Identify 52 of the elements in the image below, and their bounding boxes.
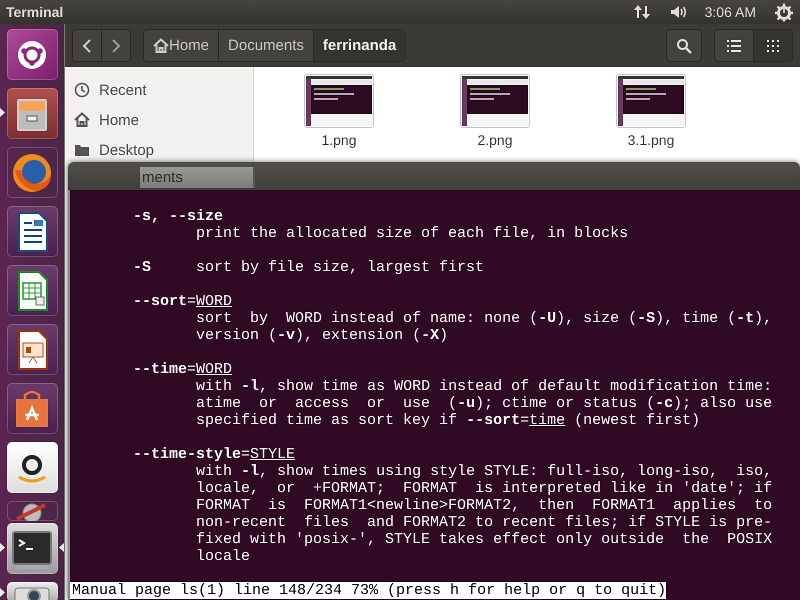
file-name: 3.1.png	[628, 132, 674, 148]
window-title: Terminal	[6, 4, 64, 20]
folder-icon	[74, 142, 90, 158]
file-cabinet-icon[interactable]	[6, 88, 58, 139]
document-icon[interactable]	[6, 206, 58, 257]
clock-icon	[74, 82, 90, 98]
man-page-line: print the allocated size of each file, in blocks	[196, 225, 628, 242]
shopping-bag-icon[interactable]	[6, 383, 58, 434]
grid-icon	[765, 38, 781, 54]
path-button[interactable]: Home	[144, 30, 220, 61]
sidebar-label: Home	[99, 112, 140, 128]
man-page-line: version (-v), extension (-X)	[196, 327, 448, 344]
man-page-line: locale, or +FORMAT; FORMAT is interpreted like in 'date'; if	[196, 480, 772, 497]
file-name: 1.png	[321, 132, 357, 148]
chevron-left-icon	[82, 38, 92, 54]
man-page-line: with -l, show times using style STYLE: full-iso, long-iso, iso,	[196, 463, 772, 480]
man-page-line: fixed with 'posix-', STYLE takes effect only outside the POSIX	[196, 531, 772, 548]
man-page-line: atime or access or use (-u); ctime or status (-c); also use	[196, 395, 772, 412]
sidebar-item[interactable]: Desktop	[65, 135, 253, 165]
power-icon[interactable]	[774, 2, 794, 22]
sidebar-label: Desktop	[99, 142, 154, 158]
man-page-line: specified time as sort key if --sort=time (newest first)	[196, 412, 700, 429]
man-page-line: --time=WORD	[133, 361, 232, 378]
man-page-line: sort by WORD instead of name: none (-U), size (-S), time (-t),	[196, 310, 772, 327]
list-icon	[726, 38, 742, 54]
man-page-line: --time-style=STYLE	[133, 446, 296, 463]
volume-icon[interactable]	[668, 3, 689, 21]
man-page-line: -S sort by file size, largest first	[133, 259, 484, 276]
man-page-line: non-recent files and FORMAT2 to recent files; if STYLE is pre-	[196, 514, 772, 531]
chevron-right-icon	[111, 38, 121, 54]
presentation-icon[interactable]	[6, 324, 58, 375]
man-page-line: --sort=WORD	[133, 293, 232, 310]
camera-icon[interactable]	[6, 582, 58, 600]
file-name: 2.png	[477, 132, 513, 148]
sidebar-item[interactable]: Home	[65, 105, 253, 135]
grid-view-button[interactable]	[754, 30, 792, 61]
home-icon	[153, 38, 169, 54]
ring-logo-icon[interactable]	[6, 29, 58, 80]
search-icon	[676, 38, 692, 54]
man-page-line: locale	[196, 548, 250, 565]
man-page-line: with -l, show time as WORD instead of default modification time:	[196, 378, 772, 395]
home-icon	[74, 112, 90, 128]
terminal-icon[interactable]	[6, 523, 58, 574]
sidebar-label: Recent	[99, 82, 147, 98]
path-button[interactable]: ferrinanda	[314, 30, 406, 61]
smile-logo-icon[interactable]	[6, 442, 58, 493]
spreadsheet-icon[interactable]	[6, 265, 58, 316]
network-icon[interactable]	[632, 3, 651, 21]
clock[interactable]: 3:06 AM	[704, 4, 756, 20]
sidebar-item[interactable]: Recent	[65, 75, 253, 105]
man-page-line: -s, --size	[133, 208, 224, 225]
man-page-line: FORMAT is FORMAT1<newline>FORMAT2, then FORMAT1 applies to	[196, 497, 772, 514]
